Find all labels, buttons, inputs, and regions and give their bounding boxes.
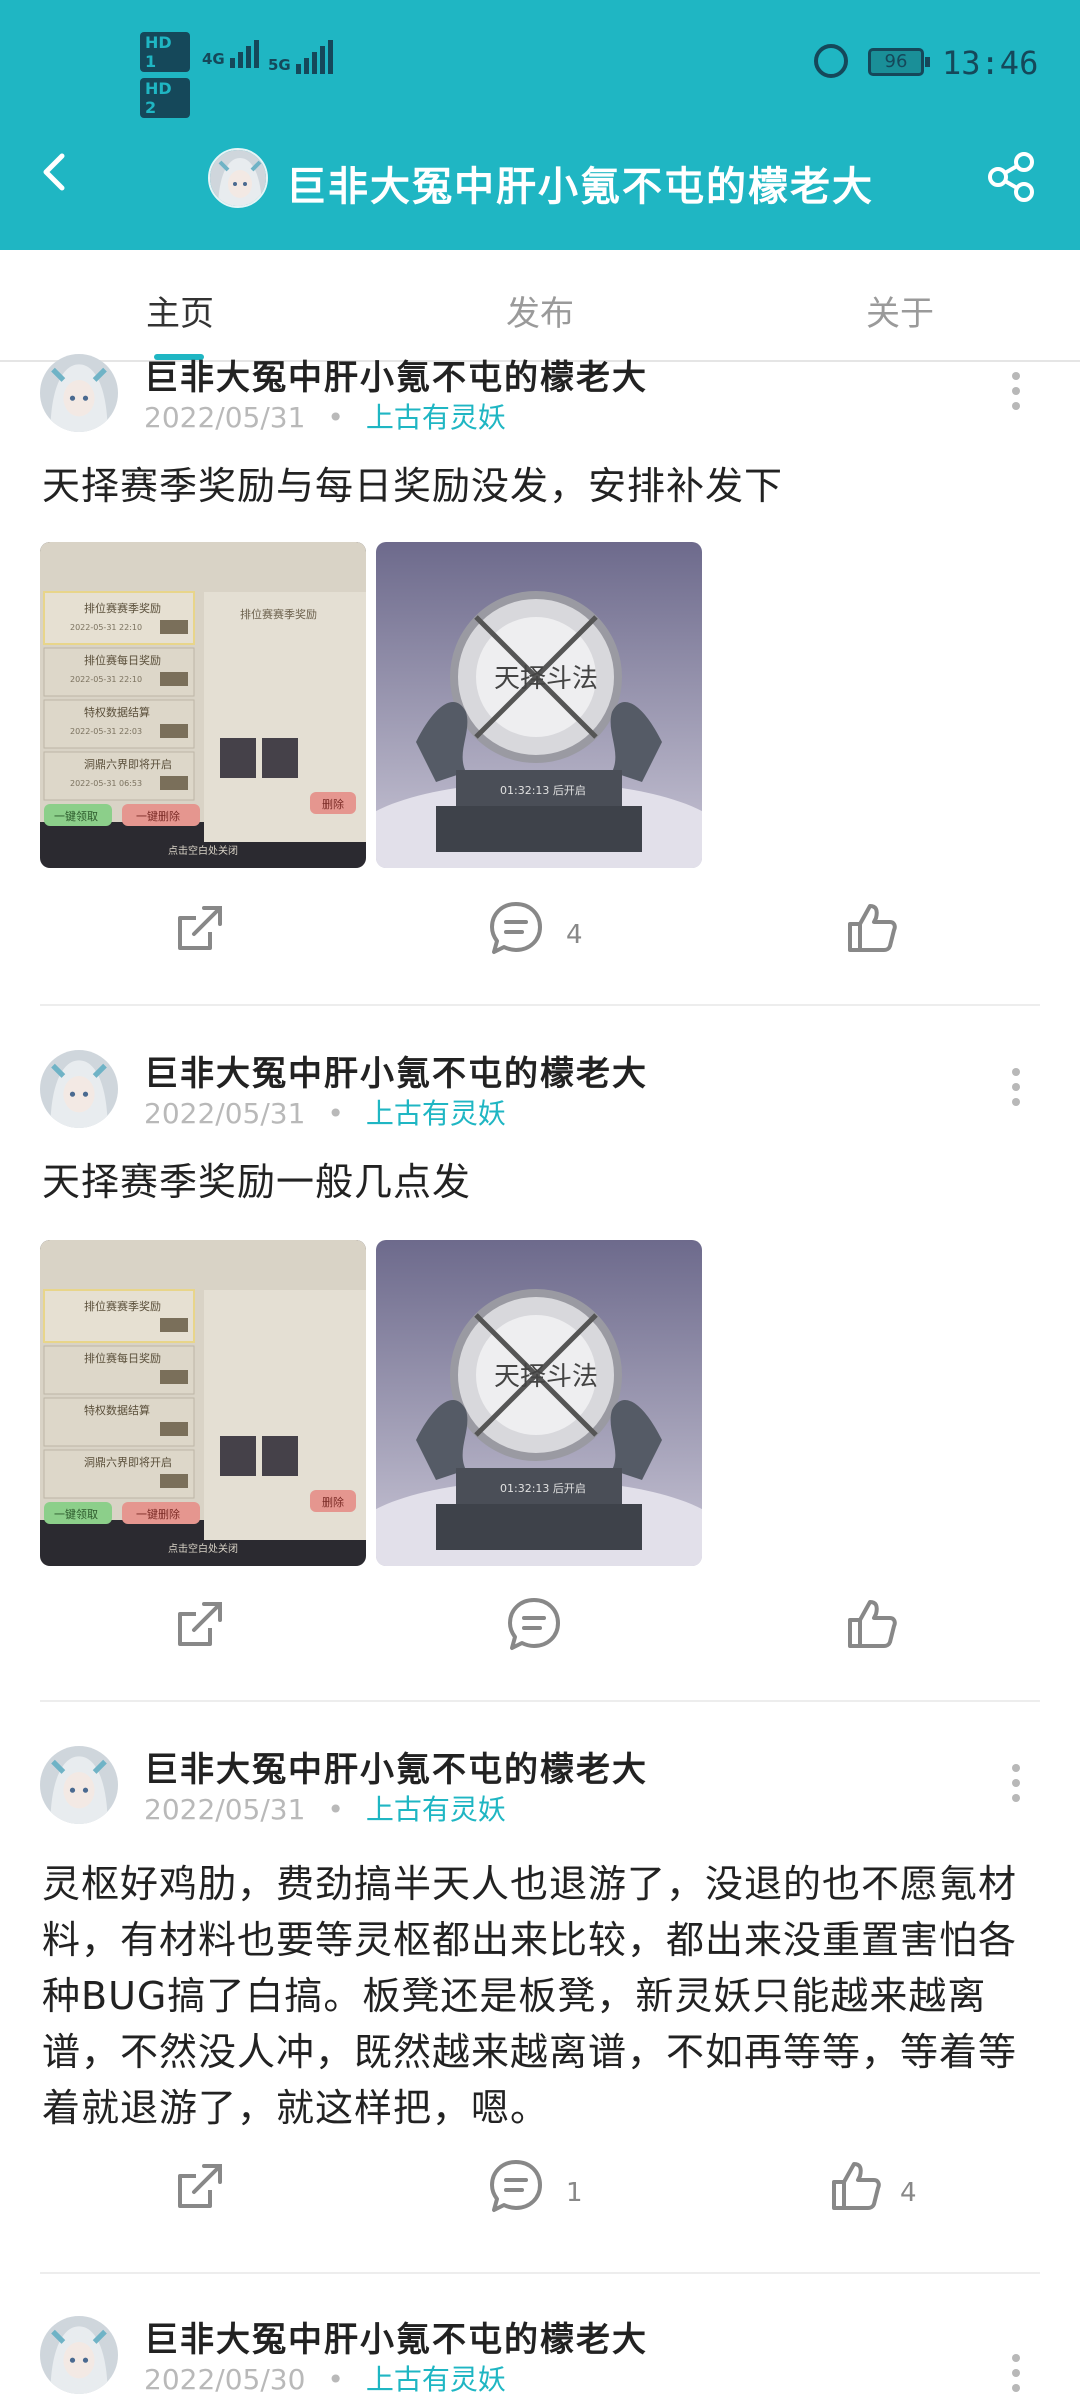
topic-link[interactable]: 上古有灵妖: [366, 2363, 506, 2396]
author-name[interactable]: 巨非大冤中肝小氪不屯的檬老大: [144, 2312, 648, 2361]
post-date: 2022/05/31: [144, 1097, 306, 1130]
mini-date-2: 2022-05-31 22:10: [70, 675, 142, 684]
mini-claim-all: 一键领取: [54, 1507, 98, 1521]
post-text[interactable]: 灵枢好鸡肋，费劲搞半天人也退游了，没退的也不愿氪材料，有材料也要等灵枢都出来比较…: [42, 1856, 1042, 2136]
like-icon[interactable]: [842, 1594, 902, 1654]
author-name[interactable]: 巨非大冤中肝小氪不屯的檬老大: [144, 1046, 648, 1095]
comment-count: 1: [566, 2178, 583, 2208]
post-image-1[interactable]: 排位赛赛季奖励 排位赛每日奖励 特权数据结算 洞鼎六界即将开启 一键领取 一键删…: [40, 1240, 366, 1566]
author-avatar[interactable]: [40, 1050, 118, 1128]
post-text[interactable]: 天择赛季奖励与每日奖励没发，安排补发下: [42, 458, 1042, 514]
statue-text: 天择斗法: [494, 664, 598, 694]
mini-notice-title: 排位赛赛季奖励: [240, 607, 317, 621]
battery-icon: 96: [868, 48, 930, 76]
more-menu-icon[interactable]: [1012, 372, 1022, 417]
hd2-badge: HD 2: [140, 78, 190, 118]
meta-separator: •: [327, 1097, 344, 1130]
status-bar: HD 1 HD 2 4G 5G 96 13:46: [0, 0, 1080, 130]
mini-date-4: 2022-05-31 06:53: [70, 779, 142, 788]
hd-badges: HD 1 HD 2: [140, 32, 190, 124]
post-date: 2022/05/31: [144, 1793, 306, 1826]
mini-item-4: 洞鼎六界即将开启: [84, 1456, 172, 1469]
author-avatar[interactable]: [40, 354, 118, 432]
meta-separator: •: [327, 2363, 344, 2396]
post-card[interactable]: 巨非大冤中肝小氪不屯的檬老大 2022/05/31 • 上古有灵妖 天择赛季奖励一般…: [0, 1006, 1080, 1700]
author-name[interactable]: 巨非大冤中肝小氪不屯的檬老大: [144, 1742, 648, 1791]
mini-item-1: 排位赛赛季奖励: [84, 601, 161, 615]
mini-date-3: 2022-05-31 22:03: [70, 727, 142, 736]
signal-4g-label: 4G: [202, 50, 225, 68]
meta-separator: •: [327, 1793, 344, 1826]
tab-publish[interactable]: 发布: [440, 286, 640, 335]
share-post-icon[interactable]: [170, 2156, 230, 2216]
statue-timer: 01:32:13 后开启: [500, 784, 586, 797]
mini-item-3: 特权数据结算: [84, 705, 150, 719]
more-menu-icon[interactable]: [1012, 1764, 1022, 1809]
statue-text: 天择斗法: [494, 1362, 598, 1392]
header-avatar[interactable]: [208, 148, 268, 208]
mini-delete-all: 一键删除: [136, 1507, 180, 1521]
author-name[interactable]: 巨非大冤中肝小氪不屯的檬老大: [144, 350, 648, 399]
clock: 13:46: [942, 44, 1039, 82]
mini-item-1: 排位赛赛季奖励: [84, 1299, 161, 1313]
mini-item-2: 排位赛每日奖励: [84, 653, 161, 667]
tab-bar: 主页 发布 关于: [0, 250, 1080, 362]
hd1-badge: HD 1: [140, 32, 190, 72]
author-avatar[interactable]: [40, 1746, 118, 1824]
more-menu-icon[interactable]: [1012, 1068, 1022, 1113]
comment-icon[interactable]: [504, 1594, 564, 1654]
post-image-2[interactable]: 天择斗法 01:32:13 后开启: [376, 1240, 702, 1566]
mini-delete: 删除: [322, 797, 344, 811]
like-icon[interactable]: [826, 2156, 886, 2216]
mini-delete: 删除: [322, 1495, 344, 1509]
more-menu-icon[interactable]: [1012, 2354, 1022, 2399]
mini-item-4: 洞鼎六界即将开启: [84, 758, 172, 771]
mini-claim-all: 一键领取: [54, 809, 98, 823]
back-icon[interactable]: [36, 152, 76, 192]
battery-level: 96: [884, 51, 908, 72]
post-meta: 2022/05/31 • 上古有灵妖: [144, 1092, 506, 1132]
mini-delete-all: 一键删除: [136, 809, 180, 823]
post-meta: 2022/05/30 • 上古有灵妖: [144, 2358, 506, 2398]
mini-close-hint: 点击空白处关闭: [168, 844, 238, 857]
post-meta: 2022/05/31 • 上古有灵妖: [144, 396, 506, 436]
mini-close-hint: 点击空白处关闭: [168, 1542, 238, 1555]
mini-item-3: 特权数据结算: [84, 1403, 150, 1417]
comment-count: 4: [566, 920, 583, 950]
signal-5g-icon: 5G: [268, 40, 336, 74]
comment-icon[interactable]: [486, 2156, 546, 2216]
topic-link[interactable]: 上古有灵妖: [366, 1097, 506, 1130]
topic-link[interactable]: 上古有灵妖: [366, 1793, 506, 1826]
tab-about[interactable]: 关于: [800, 286, 1000, 335]
page-title: 巨非大冤中肝小氪不屯的檬老大: [286, 164, 874, 210]
post-text[interactable]: 天择赛季奖励一般几点发: [42, 1154, 1042, 1210]
post-card[interactable]: 巨非大冤中肝小氪不屯的檬老大 2022/05/30 • 上古有灵妖: [0, 2274, 1080, 2400]
post-date: 2022/05/31: [144, 401, 306, 434]
author-avatar[interactable]: [40, 2316, 118, 2394]
comment-icon[interactable]: [486, 898, 546, 958]
post-image-2[interactable]: 天择斗法 01:32:13 后开启: [376, 542, 702, 868]
post-card[interactable]: 巨非大冤中肝小氪不屯的檬老大 2022/05/31 • 上古有灵妖 天择赛季奖励与每…: [0, 354, 1080, 1004]
app-header-bar: HD 1 HD 2 4G 5G 96 13:46 巨非大冤中肝小氪不屯的檬老大: [0, 0, 1080, 250]
share-icon[interactable]: [986, 150, 1036, 204]
alarm-icon: [814, 44, 848, 78]
post-card[interactable]: 巨非大冤中肝小氪不屯的檬老大 2022/05/31 • 上古有灵妖 灵枢好鸡肋，费劲…: [0, 1702, 1080, 2272]
post-date: 2022/05/30: [144, 2363, 306, 2396]
post-image-1[interactable]: 排位赛赛季奖励 排位赛每日奖励 特权数据结算 洞鼎六界即将开启 2022-05-…: [40, 542, 366, 868]
signal-4g-icon: 4G: [202, 40, 262, 68]
post-meta: 2022/05/31 • 上古有灵妖: [144, 1788, 506, 1828]
tab-home[interactable]: 主页: [80, 286, 280, 335]
mini-item-2: 排位赛每日奖励: [84, 1351, 161, 1365]
topic-link[interactable]: 上古有灵妖: [366, 401, 506, 434]
share-post-icon[interactable]: [170, 898, 230, 958]
share-post-icon[interactable]: [170, 1594, 230, 1654]
like-icon[interactable]: [842, 898, 902, 958]
like-count: 4: [900, 2178, 917, 2208]
meta-separator: •: [327, 401, 344, 434]
mini-date-1: 2022-05-31 22:10: [70, 623, 142, 632]
statue-timer: 01:32:13 后开启: [500, 1482, 586, 1495]
signal-5g-label: 5G: [268, 56, 291, 74]
